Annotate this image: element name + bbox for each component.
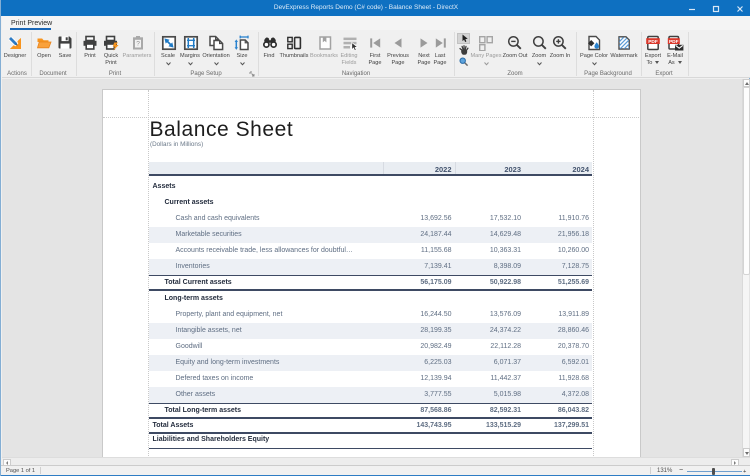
svg-text:?: ? <box>136 41 140 48</box>
svg-text:PDF: PDF <box>669 39 679 45</box>
svg-text:PDF: PDF <box>648 39 658 45</box>
